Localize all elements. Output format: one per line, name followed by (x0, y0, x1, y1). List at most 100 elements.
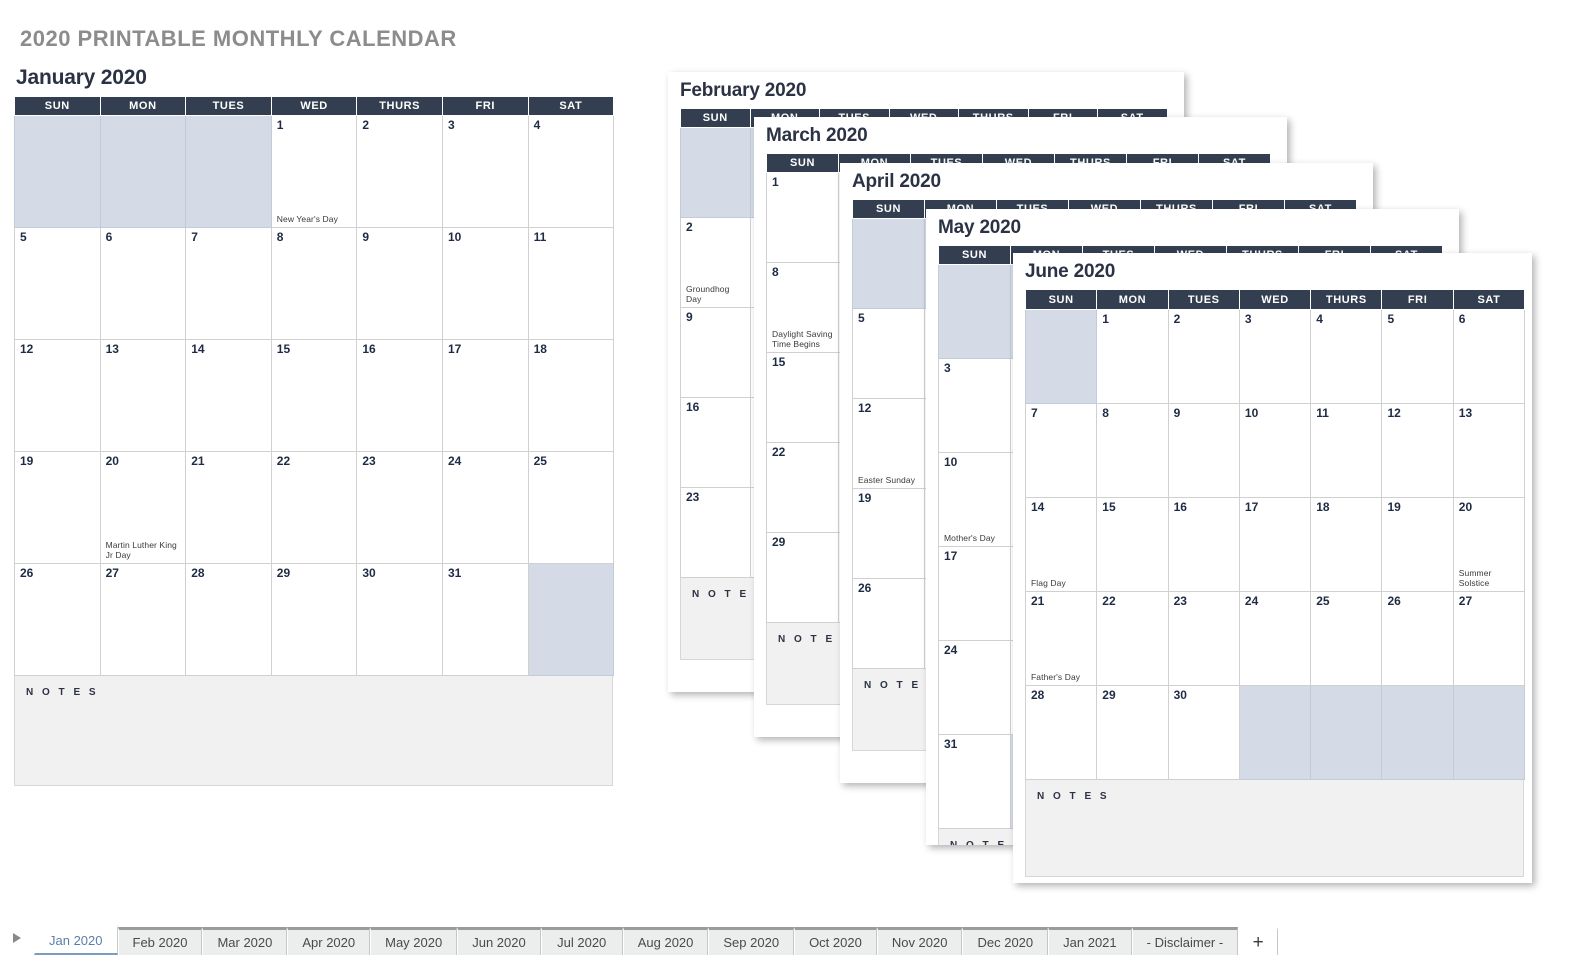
calendar-cell-day[interactable]: 17 (441, 339, 529, 452)
calendar-cell-day[interactable]: 12 (1381, 403, 1454, 498)
calendar-cell-day[interactable]: 9 (680, 307, 751, 398)
calendar-cell-day[interactable]: 26 (14, 563, 101, 676)
calendar-cell-day[interactable]: 5 (852, 308, 925, 399)
calendar-cell-day[interactable]: 26 (1381, 591, 1454, 686)
calendar-cell-day[interactable]: 3 (938, 358, 1011, 453)
sheet-tab-bar[interactable]: Jan 2020 Feb 2020 Mar 2020 Apr 2020 May 2020… (0, 915, 1592, 955)
notes-section-january[interactable]: N O T E S (14, 676, 614, 786)
calendar-cell-day[interactable]: 29 (766, 532, 839, 623)
calendar-cell-day[interactable]: 13 (99, 339, 187, 452)
calendar-cell-day[interactable]: 30 (356, 563, 443, 676)
sheet-tab-dec-2020[interactable]: Dec 2020 (962, 927, 1049, 955)
calendar-cell-empty[interactable] (185, 115, 272, 228)
calendar-cell-day[interactable]: 6 (99, 227, 187, 340)
calendar-cell-empty[interactable] (1024, 309, 1098, 404)
calendar-cell-day[interactable]: 5 (14, 227, 101, 340)
calendar-cell-day[interactable]: 14 Flag Day (1024, 497, 1098, 592)
calendar-cell-day[interactable]: 2 (1167, 309, 1240, 404)
calendar-cell-empty[interactable] (99, 115, 187, 228)
sheet-tab-aug-2020[interactable]: Aug 2020 (622, 927, 709, 955)
calendar-cell-day[interactable]: 1 (1096, 309, 1169, 404)
calendar-cell-day[interactable]: 16 (1167, 497, 1240, 592)
calendar-cell-day[interactable]: 25 (1310, 591, 1383, 686)
calendar-cell-day[interactable]: 16 (680, 397, 751, 488)
calendar-cell-empty[interactable] (14, 115, 101, 228)
sheet-tab-sep-2020[interactable]: Sep 2020 (708, 927, 795, 955)
calendar-cell-day[interactable]: 11 (527, 227, 615, 340)
sheet-tab-may-2020[interactable]: May 2020 (370, 927, 458, 955)
calendar-cell-day[interactable]: 29 (1096, 685, 1169, 780)
calendar-cell-day[interactable]: 10 Mother's Day (938, 452, 1011, 547)
calendar-cell-day[interactable]: 2 (356, 115, 443, 228)
calendar-cell-day[interactable]: 18 (1310, 497, 1383, 592)
sheet-tab-mar-2020[interactable]: Mar 2020 (202, 927, 288, 955)
calendar-cell-day[interactable]: 7 (1024, 403, 1098, 498)
calendar-cell-day[interactable]: 21 Father's Day (1024, 591, 1098, 686)
calendar-cell-day[interactable]: 19 (14, 451, 101, 564)
calendar-cell-day[interactable]: 31 (441, 563, 529, 676)
calendar-cell-day[interactable]: 17 (1238, 497, 1312, 592)
calendar-cell-day[interactable]: 8 Daylight Saving Time Begins (766, 262, 839, 353)
calendar-cell-day[interactable]: 1 New Year's Day (270, 115, 358, 228)
sheet-scroll-right-icon[interactable] (0, 921, 34, 955)
notes-section-june[interactable]: N O T E S (1025, 780, 1525, 877)
calendar-cell-empty[interactable] (1381, 685, 1454, 780)
calendar-cell-day[interactable]: 17 (938, 546, 1011, 641)
calendar-cell-day[interactable]: 24 (441, 451, 529, 564)
calendar-cell-day[interactable]: 22 (270, 451, 358, 564)
sheet-tab-jan-2020[interactable]: Jan 2020 (34, 925, 118, 955)
sheet-tab-disclaimer[interactable]: - Disclaimer - (1131, 927, 1239, 955)
calendar-cell-day[interactable]: 26 (852, 578, 925, 669)
calendar-cell-empty[interactable] (1238, 685, 1312, 780)
calendar-cell-day[interactable]: 28 (1024, 685, 1098, 780)
calendar-cell-day[interactable]: 21 (185, 451, 272, 564)
calendar-cell-day[interactable]: 31 (938, 734, 1011, 829)
calendar-cell-day[interactable]: 3 (1238, 309, 1312, 404)
calendar-cell-day[interactable]: 18 (527, 339, 615, 452)
calendar-cell-day[interactable]: 6 (1452, 309, 1526, 404)
sheet-tab-oct-2020[interactable]: Oct 2020 (794, 927, 877, 955)
calendar-cell-day[interactable]: 16 (356, 339, 443, 452)
calendar-cell-day[interactable]: 29 (270, 563, 358, 676)
calendar-cell-day[interactable]: 14 (185, 339, 272, 452)
calendar-cell-empty[interactable] (938, 264, 1011, 359)
sheet-tab-feb-2020[interactable]: Feb 2020 (117, 927, 203, 955)
calendar-cell-day[interactable]: 22 (1096, 591, 1169, 686)
calendar-cell-day[interactable]: 27 (99, 563, 187, 676)
calendar-cell-day[interactable]: 3 (441, 115, 529, 228)
calendar-cell-day[interactable]: 5 (1381, 309, 1454, 404)
calendar-cell-day[interactable]: 4 (527, 115, 615, 228)
calendar-cell-day[interactable]: 15 (270, 339, 358, 452)
calendar-cell-day[interactable]: 13 (1452, 403, 1526, 498)
calendar-cell-day[interactable]: 7 (185, 227, 272, 340)
sheet-tab-nov-2020[interactable]: Nov 2020 (876, 927, 963, 955)
sheet-tab-jan-2021[interactable]: Jan 2021 (1048, 927, 1132, 955)
calendar-cell-empty[interactable] (1452, 685, 1526, 780)
calendar-cell-day[interactable]: 12 Easter Sunday (852, 398, 925, 489)
calendar-cell-day[interactable]: 23 (356, 451, 443, 564)
add-sheet-button[interactable]: + (1238, 927, 1279, 955)
calendar-cell-day[interactable]: 9 (356, 227, 443, 340)
sheet-tab-list[interactable]: Jan 2020 Feb 2020 Mar 2020 Apr 2020 May 2020… (34, 925, 1279, 955)
sheet-tab-jul-2020[interactable]: Jul 2020 (540, 927, 623, 955)
calendar-cell-day[interactable]: 23 (1167, 591, 1240, 686)
calendar-cell-day[interactable]: 30 (1167, 685, 1240, 780)
calendar-cell-day[interactable]: 10 (1238, 403, 1312, 498)
calendar-cell-empty[interactable] (680, 127, 751, 218)
calendar-cell-day[interactable]: 28 (185, 563, 272, 676)
calendar-cell-day[interactable]: 10 (441, 227, 529, 340)
calendar-cell-day[interactable]: 24 (1238, 591, 1312, 686)
calendar-cell-day[interactable]: 12 (14, 339, 101, 452)
calendar-cell-day[interactable]: 4 (1310, 309, 1383, 404)
calendar-cell-day[interactable]: 1 (766, 172, 839, 263)
calendar-cell-empty[interactable] (527, 563, 615, 676)
calendar-cell-day[interactable]: 25 (527, 451, 615, 564)
calendar-cell-day[interactable]: 24 (938, 640, 1011, 735)
calendar-cell-day[interactable]: 20 Summer Solstice (1452, 497, 1526, 592)
calendar-cell-day[interactable]: 2 Groundhog Day (680, 217, 751, 308)
calendar-cell-day[interactable]: 8 (1096, 403, 1169, 498)
calendar-cell-day[interactable]: 27 (1452, 591, 1526, 686)
calendar-cell-day[interactable]: 20 Martin Luther King Jr Day (99, 451, 187, 564)
calendar-cell-day[interactable]: 8 (270, 227, 358, 340)
calendar-cell-day[interactable]: 23 (680, 487, 751, 578)
